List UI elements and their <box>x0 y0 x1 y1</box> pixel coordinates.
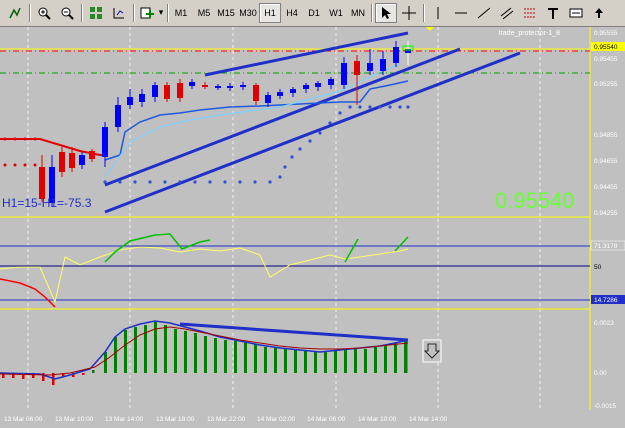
macd-axis-top: 0.0023 <box>594 320 614 327</box>
toolbar-separator <box>167 4 169 22</box>
candle-bull <box>328 79 334 85</box>
cursor-arrow-icon[interactable] <box>375 3 397 23</box>
rsi-mid-value: 50 <box>594 264 602 271</box>
price-tick: 0.95455 <box>594 56 618 63</box>
toolbar-separator <box>81 4 83 22</box>
candle-bull <box>290 89 296 93</box>
price-tick: 0.94455 <box>594 184 618 191</box>
candle-bear <box>164 85 170 99</box>
timeframe-h1[interactable]: H1 <box>259 3 281 23</box>
crosshair-icon[interactable] <box>398 3 420 23</box>
candle-bull <box>189 82 195 86</box>
time-tick: 13 Mar 10:00 <box>55 416 94 423</box>
price-tick: 0.94655 <box>594 158 618 165</box>
time-tick: 14 Mar 06:00 <box>307 416 346 423</box>
overlay-text: H1=15-H1=-75.3 <box>2 196 92 210</box>
candle-bull <box>227 86 233 88</box>
candle-bull <box>152 85 158 97</box>
timeframe-m5[interactable]: M5 <box>193 3 215 23</box>
candle-bull <box>115 105 121 127</box>
price-tick: 0.95555 <box>594 30 618 37</box>
candle-bull <box>215 86 221 88</box>
timeframe-mn[interactable]: MN <box>347 3 369 23</box>
text-tool-icon[interactable] <box>542 3 564 23</box>
candle-bull <box>303 85 309 89</box>
macd-axis-zero: 0.00 <box>594 370 607 377</box>
time-axis: 13 Mar 06:00 13 Mar 10:00 13 Mar 14:00 1… <box>4 416 448 423</box>
candle-bull <box>265 95 271 103</box>
price-tick: 0.95255 <box>594 81 618 88</box>
price-tick: 0.94255 <box>594 210 618 217</box>
timeframe-m1[interactable]: M1 <box>170 3 192 23</box>
timeframe-m15[interactable]: M15 <box>215 3 237 23</box>
arrows-icon[interactable] <box>588 3 610 23</box>
timeframe-m30[interactable]: M30 <box>237 3 259 23</box>
candle-bull <box>127 97 133 105</box>
time-tick: 14 Mar 14:00 <box>409 416 448 423</box>
rsi-upper-value: 71.3178 <box>594 243 618 250</box>
candle-bull <box>315 83 321 87</box>
time-tick: 14 Mar 02:00 <box>257 416 296 423</box>
line-studies-icon[interactable] <box>4 3 26 23</box>
vertical-line-icon[interactable] <box>427 3 449 23</box>
price-tag: 0.95540 <box>594 44 618 51</box>
indicator-label: trade_protector-1_8 <box>499 30 561 37</box>
time-tick: 13 Mar 22:00 <box>207 416 246 423</box>
timeframe-w1[interactable]: W1 <box>325 3 347 23</box>
time-tick: 13 Mar 06:00 <box>4 416 43 423</box>
trendline-icon[interactable] <box>473 3 495 23</box>
channel-icon[interactable] <box>496 3 518 23</box>
horizontal-line-icon[interactable] <box>450 3 472 23</box>
candle-bear <box>89 151 95 159</box>
candle-bull <box>102 127 108 157</box>
chart-shift-icon[interactable] <box>108 3 130 23</box>
candle-bull <box>367 63 373 71</box>
candle-bull <box>79 155 85 165</box>
candle-bear <box>69 153 75 168</box>
candle-bear <box>177 83 183 98</box>
macd-axis-bottom: -0.0015 <box>594 403 616 410</box>
label-tool-icon[interactable] <box>565 3 587 23</box>
toolbar-separator <box>29 4 31 22</box>
chart-area[interactable]: trade_protector-1_8 H1=15-H1=-75.3 0.955… <box>0 27 625 428</box>
timeframe-h4[interactable]: H4 <box>281 3 303 23</box>
price-tick: 0.94855 <box>594 132 618 139</box>
fibonacci-icon[interactable] <box>519 3 541 23</box>
zoom-in-icon[interactable] <box>33 3 55 23</box>
timeframe-d1[interactable]: D1 <box>303 3 325 23</box>
candle-bull <box>139 94 145 102</box>
chart-toolbar: ▾ M1 M5 M15 M30 H1 H4 D1 W1 MN <box>0 0 625 27</box>
candle-bull <box>277 92 283 96</box>
candle-bear <box>202 85 208 87</box>
big-price-display: 0.95540 <box>495 188 575 213</box>
time-tick: 13 Mar 18:00 <box>156 416 195 423</box>
toolbar-separator <box>371 4 373 22</box>
time-tick: 14 Mar 10:00 <box>358 416 397 423</box>
chart-background <box>0 27 625 428</box>
candle-bear <box>39 167 45 199</box>
candle-bear <box>59 152 65 172</box>
time-tick: 13 Mar 14:00 <box>105 416 144 423</box>
candle-bull <box>240 85 246 87</box>
candle-bull <box>380 59 386 71</box>
toolbar-separator <box>423 4 425 22</box>
tile-windows-icon[interactable] <box>85 3 107 23</box>
candle-bear <box>253 85 259 101</box>
rsi-lower-value: 14.7286 <box>594 297 618 304</box>
zoom-out-icon[interactable] <box>56 3 78 23</box>
candle-bear <box>354 61 360 75</box>
candle-bull <box>341 63 347 85</box>
toolbar-separator <box>133 4 135 22</box>
chevron-down-icon[interactable]: ▾ <box>156 3 166 23</box>
candle-bull <box>393 47 399 63</box>
